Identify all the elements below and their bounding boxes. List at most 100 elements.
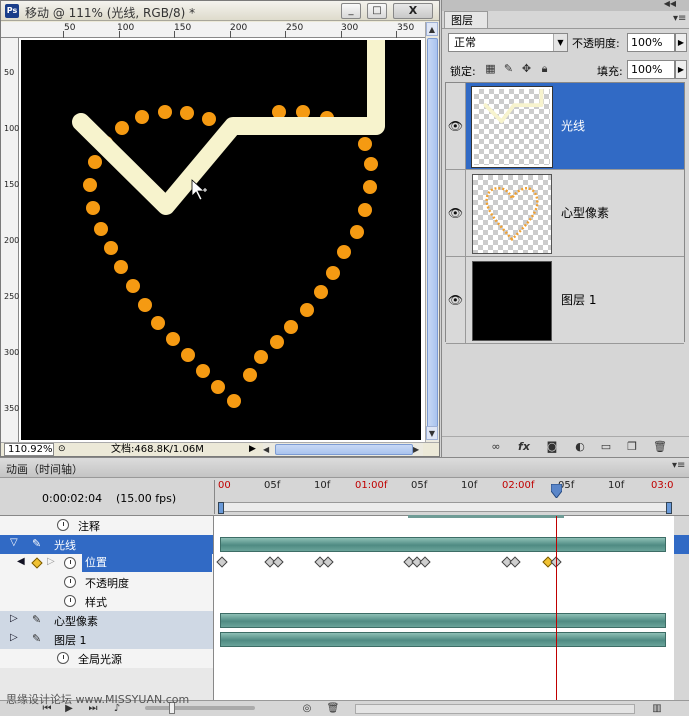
next-keyframe-icon[interactable]: ▷ xyxy=(47,556,55,567)
layer-name[interactable]: 图层 1 xyxy=(561,257,596,343)
ruler-horizontal[interactable]: 50 100 150 200 250 300 350 xyxy=(1,22,425,38)
track-layer-light[interactable]: ▽ ✎ 光线 xyxy=(0,535,689,554)
track-body[interactable] xyxy=(214,611,674,630)
mask-icon[interactable]: ◙ xyxy=(544,440,560,454)
stopwatch-icon[interactable] xyxy=(64,576,76,588)
close-button[interactable]: X xyxy=(393,3,433,19)
track-body[interactable] xyxy=(214,573,674,592)
zoom-field[interactable]: 110.92% xyxy=(4,443,54,456)
scroll-down-icon[interactable]: ▼ xyxy=(426,426,438,440)
prev-keyframe-icon[interactable]: ◀ xyxy=(17,556,25,567)
expand-triangle-icon[interactable]: ▷ xyxy=(10,613,18,624)
eye-icon[interactable]: 👁︎ xyxy=(446,83,466,169)
adjustment-icon[interactable]: ◐ xyxy=(572,440,588,454)
layer-duration-bar[interactable] xyxy=(220,632,666,647)
canvas-area[interactable] xyxy=(19,38,425,442)
opacity-arrow-icon[interactable]: ▶ xyxy=(675,33,687,52)
scroll-left-icon[interactable]: ◀ xyxy=(263,443,269,456)
layer-duration-bar[interactable] xyxy=(220,613,666,628)
time-header: 0:00:02:04 (15.00 fps) 00 05f 10f 01:00f… xyxy=(0,478,689,516)
horizontal-scroll-thumb[interactable] xyxy=(275,444,413,455)
lock-all-icon[interactable]: 🔒︎ xyxy=(538,62,551,75)
keyframe[interactable] xyxy=(272,556,284,568)
keyframe[interactable] xyxy=(509,556,521,568)
keyframe-toggle-icon[interactable] xyxy=(31,557,43,569)
track-body[interactable] xyxy=(214,535,674,554)
eye-icon[interactable]: 👁︎ xyxy=(446,257,466,343)
layer-name[interactable]: 心型像素 xyxy=(561,170,609,256)
collapse-icon[interactable]: ◀◀ xyxy=(664,0,676,8)
track-global-light[interactable]: 全局光源 xyxy=(0,649,689,668)
scroll-up-icon[interactable]: ▲ xyxy=(426,22,438,36)
timeline-hscroll[interactable] xyxy=(355,704,635,714)
panel-collapse-strip[interactable]: ◀◀ xyxy=(442,0,689,11)
folder-icon[interactable]: ▭ xyxy=(598,440,614,454)
track-layer-heart[interactable]: ▷ ✎ 心型像素 xyxy=(0,611,689,630)
layer-name[interactable]: 光线 xyxy=(561,83,585,169)
scroll-right-icon[interactable]: ▶ xyxy=(413,443,419,456)
layer-row-light[interactable]: 👁︎ 光线 xyxy=(446,83,684,170)
time-ruler[interactable]: 00 05f 10f 01:00f 05f 10f 02:00f 05f 10f… xyxy=(214,480,674,514)
stopwatch-icon[interactable] xyxy=(64,595,76,607)
keyframe[interactable] xyxy=(419,556,431,568)
info-icon[interactable]: ⊙ xyxy=(58,443,70,456)
track-body[interactable] xyxy=(214,592,674,611)
track-comments[interactable]: 注释 xyxy=(0,515,689,535)
fx-icon[interactable]: fx xyxy=(516,440,532,454)
blend-mode-select[interactable]: 正常 ▼ xyxy=(448,33,568,52)
track-body[interactable] xyxy=(214,649,674,668)
track-layer-1[interactable]: ▷ ✎ 图层 1 xyxy=(0,630,689,649)
track-opacity[interactable]: 不透明度 xyxy=(0,573,689,592)
stopwatch-icon[interactable] xyxy=(57,652,69,664)
panel-menu-icon[interactable]: ▾≡ xyxy=(672,460,685,471)
keyframe[interactable] xyxy=(322,556,334,568)
lock-transparency-icon[interactable]: ▦ xyxy=(484,62,497,75)
track-position[interactable]: ◀ ▷ 位置 xyxy=(0,554,689,573)
trash-icon[interactable]: 🗑︎ xyxy=(326,702,340,715)
work-area-start-handle[interactable] xyxy=(218,502,224,514)
layer-row-heart[interactable]: 👁︎ 心型像素 xyxy=(446,170,684,257)
panel-menu-icon[interactable]: ▾≡ xyxy=(673,13,686,24)
work-area-bar[interactable] xyxy=(218,502,672,514)
work-area-end-handle[interactable] xyxy=(666,502,672,514)
vertical-scrollbar[interactable]: ▲ ▼ xyxy=(425,22,439,442)
opacity-field[interactable]: 100% xyxy=(627,33,675,52)
tab-layers[interactable]: 图层 xyxy=(444,11,488,29)
layers-bottom-bar: ∞ fx ◙ ◐ ▭ ❐ 🗑︎ xyxy=(442,436,689,456)
maximize-button[interactable]: □ xyxy=(367,3,387,19)
stopwatch-icon[interactable] xyxy=(64,557,76,569)
fill-field[interactable]: 100% xyxy=(627,60,675,79)
current-time[interactable]: 0:00:02:04 xyxy=(42,492,102,505)
track-body[interactable] xyxy=(214,554,674,573)
animation-titlebar[interactable]: 动画（时间轴） ▾≡ xyxy=(0,458,689,478)
keyframe[interactable] xyxy=(216,556,228,568)
layer-duration-bar[interactable] xyxy=(220,537,666,552)
eye-icon[interactable]: 👁︎ xyxy=(446,170,466,256)
vertical-scroll-thumb[interactable] xyxy=(427,38,438,428)
ruler-vertical[interactable]: 50 100 150 200 250 300 350 xyxy=(1,38,19,442)
track-style[interactable]: 样式 xyxy=(0,592,689,611)
lock-brush-icon[interactable]: ✎ xyxy=(502,62,515,75)
chevron-down-icon[interactable]: ▼ xyxy=(553,34,567,51)
layer-row-layer1[interactable]: 👁︎ 图层 1 xyxy=(446,257,684,344)
opacity-label: 不透明度: xyxy=(572,37,620,50)
tween-icon[interactable]: ◎ xyxy=(300,702,314,715)
horizontal-scrollbar[interactable]: ◀ ▶ xyxy=(263,443,423,456)
canvas[interactable] xyxy=(21,40,421,440)
frame-mode-icon[interactable]: ▥ xyxy=(646,702,668,715)
new-layer-icon[interactable]: ❐ xyxy=(624,440,640,454)
document-titlebar[interactable]: Ps 移动 @ 111% (光线, RGB/8) * _ □ X xyxy=(1,1,439,21)
track-body[interactable] xyxy=(214,515,674,535)
minimize-button[interactable]: _ xyxy=(341,3,361,19)
track-body[interactable] xyxy=(214,630,674,649)
trash-icon[interactable]: 🗑︎ xyxy=(652,440,668,454)
info-menu-arrow-icon[interactable]: ▶ xyxy=(249,443,256,456)
playhead-handle[interactable] xyxy=(551,484,562,498)
link-icon[interactable]: ∞ xyxy=(488,440,504,454)
expand-triangle-icon[interactable]: ▽ xyxy=(10,537,18,548)
fill-arrow-icon[interactable]: ▶ xyxy=(675,60,687,79)
document-info[interactable]: 文档:468.8K/1.06M xyxy=(111,443,204,456)
lock-position-icon[interactable]: ✥ xyxy=(520,62,533,75)
stopwatch-icon[interactable] xyxy=(57,519,69,531)
expand-triangle-icon[interactable]: ▷ xyxy=(10,632,18,643)
